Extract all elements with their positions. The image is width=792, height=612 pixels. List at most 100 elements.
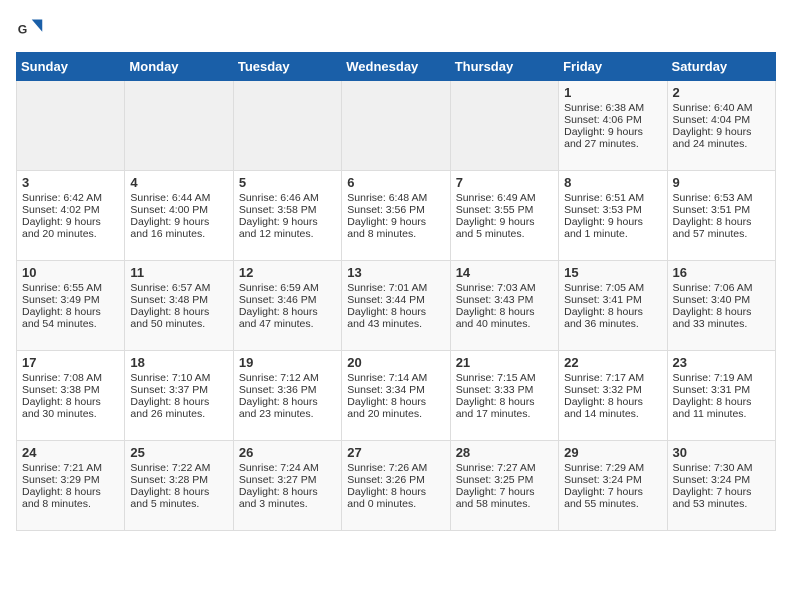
day-info: Sunrise: 7:29 AM — [564, 462, 661, 474]
calendar-cell: 30Sunrise: 7:30 AMSunset: 3:24 PMDayligh… — [667, 441, 775, 531]
calendar-table: SundayMondayTuesdayWednesdayThursdayFrid… — [16, 52, 776, 531]
day-info: Sunset: 3:46 PM — [239, 294, 336, 306]
calendar-cell: 10Sunrise: 6:55 AMSunset: 3:49 PMDayligh… — [17, 261, 125, 351]
calendar-cell: 18 Sunrise: 7:10 AMSunset: 3:37 PMDayligh… — [125, 351, 233, 441]
calendar-cell: 4Sunrise: 6:44 AMSunset: 4:00 PMDaylight… — [125, 171, 233, 261]
day-info: Sunrise: 7:27 AM — [456, 462, 553, 474]
day-info: Sunrise: 7:10 AM — [130, 372, 227, 384]
day-number: 9 — [673, 175, 770, 190]
calendar-week-1: 1Sunrise: 6:38 AMSunset: 4:06 PMDaylight… — [17, 81, 776, 171]
day-number: 20 — [347, 355, 444, 370]
day-number: 8 — [564, 175, 661, 190]
day-info: Sunrise: 7:24 AM — [239, 462, 336, 474]
day-number: 29 — [564, 445, 661, 460]
day-info: Sunrise: 7:03 AM — [456, 282, 553, 294]
day-info: Sunset: 3:32 PM — [564, 384, 661, 396]
day-info: Sunrise: 7:22 AM — [130, 462, 227, 474]
day-info: Sunset: 3:27 PM — [239, 474, 336, 486]
day-info: Sunset: 3:37 PM — [130, 384, 227, 396]
calendar-cell: 9Sunrise: 6:53 AMSunset: 3:51 PMDaylight… — [667, 171, 775, 261]
day-info: Sunset: 4:00 PM — [130, 204, 227, 216]
day-info: Daylight: 7 hours and 58 minutes. — [456, 486, 553, 510]
calendar-cell: 13Sunrise: 7:01 AMSunset: 3:44 PMDayligh… — [342, 261, 450, 351]
day-info: Sunset: 3:41 PM — [564, 294, 661, 306]
day-info: Daylight: 9 hours and 1 minute. — [564, 216, 661, 240]
day-number: 30 — [673, 445, 770, 460]
calendar-cell: 16 Sunrise: 7:06 AMSunset: 3:40 PMDayligh… — [667, 261, 775, 351]
calendar-cell: 28Sunrise: 7:27 AMSunset: 3:25 PMDayligh… — [450, 441, 558, 531]
day-info: Sunrise: 7:01 AM — [347, 282, 444, 294]
calendar-cell: 29Sunrise: 7:29 AMSunset: 3:24 PMDayligh… — [559, 441, 667, 531]
day-info: Daylight: 8 hours and 54 minutes. — [22, 306, 119, 330]
calendar-week-2: 3Sunrise: 6:42 AMSunset: 4:02 PMDaylight… — [17, 171, 776, 261]
calendar-header-friday: Friday — [559, 53, 667, 81]
day-number: 24 — [22, 445, 119, 460]
logo-icon: G — [16, 16, 44, 44]
day-number: 10 — [22, 265, 119, 280]
calendar-header-monday: Monday — [125, 53, 233, 81]
day-info: Sunset: 3:53 PM — [564, 204, 661, 216]
day-info: Daylight: 8 hours and 43 minutes. — [347, 306, 444, 330]
svg-text:G: G — [18, 23, 28, 37]
day-info: Sunset: 3:33 PM — [456, 384, 553, 396]
day-info: Sunrise: 6:55 AM — [22, 282, 119, 294]
day-info: Daylight: 8 hours and 30 minutes. — [22, 396, 119, 420]
day-info: Sunset: 3:40 PM — [673, 294, 770, 306]
calendar-header-row: SundayMondayTuesdayWednesdayThursdayFrid… — [17, 53, 776, 81]
day-info: Daylight: 8 hours and 33 minutes. — [673, 306, 770, 330]
day-number: 16 — [673, 265, 770, 280]
day-info: Daylight: 8 hours and 26 minutes. — [130, 396, 227, 420]
calendar-cell: 19Sunrise: 7:12 AMSunset: 3:36 PMDayligh… — [233, 351, 341, 441]
day-info: Sunrise: 6:53 AM — [673, 192, 770, 204]
day-info: Daylight: 9 hours and 5 minutes. — [456, 216, 553, 240]
calendar-cell: 3Sunrise: 6:42 AMSunset: 4:02 PMDaylight… — [17, 171, 125, 261]
day-number: 18 — [130, 355, 227, 370]
day-number: 11 — [130, 265, 227, 280]
day-info: Daylight: 9 hours and 27 minutes. — [564, 126, 661, 150]
calendar-cell: 8Sunrise: 6:51 AMSunset: 3:53 PMDaylight… — [559, 171, 667, 261]
day-info: Sunset: 3:58 PM — [239, 204, 336, 216]
day-number: 2 — [673, 85, 770, 100]
calendar-cell: 1Sunrise: 6:38 AMSunset: 4:06 PMDaylight… — [559, 81, 667, 171]
day-info: Sunrise: 7:14 AM — [347, 372, 444, 384]
day-info: Daylight: 8 hours and 14 minutes. — [564, 396, 661, 420]
day-info: Daylight: 7 hours and 55 minutes. — [564, 486, 661, 510]
day-info: Sunset: 4:02 PM — [22, 204, 119, 216]
day-info: Sunrise: 7:08 AM — [22, 372, 119, 384]
day-info: Daylight: 8 hours and 50 minutes. — [130, 306, 227, 330]
day-info: Sunset: 3:48 PM — [130, 294, 227, 306]
day-info: Sunrise: 7:30 AM — [673, 462, 770, 474]
calendar-cell — [17, 81, 125, 171]
day-number: 4 — [130, 175, 227, 190]
calendar-cell: 26Sunrise: 7:24 AMSunset: 3:27 PMDayligh… — [233, 441, 341, 531]
calendar-week-3: 10Sunrise: 6:55 AMSunset: 3:49 PMDayligh… — [17, 261, 776, 351]
day-info: Daylight: 8 hours and 8 minutes. — [22, 486, 119, 510]
day-info: Sunset: 3:56 PM — [347, 204, 444, 216]
day-info: Sunrise: 7:06 AM — [673, 282, 770, 294]
day-info: Sunset: 3:29 PM — [22, 474, 119, 486]
day-number: 6 — [347, 175, 444, 190]
calendar-cell: 25Sunrise: 7:22 AMSunset: 3:28 PMDayligh… — [125, 441, 233, 531]
day-info: Daylight: 8 hours and 47 minutes. — [239, 306, 336, 330]
day-number: 5 — [239, 175, 336, 190]
day-info: Sunset: 3:51 PM — [673, 204, 770, 216]
calendar-header-tuesday: Tuesday — [233, 53, 341, 81]
day-number: 12 — [239, 265, 336, 280]
calendar-cell: 14Sunrise: 7:03 AMSunset: 3:43 PMDayligh… — [450, 261, 558, 351]
day-info: Daylight: 8 hours and 23 minutes. — [239, 396, 336, 420]
day-info: Sunrise: 6:49 AM — [456, 192, 553, 204]
calendar-header-sunday: Sunday — [17, 53, 125, 81]
calendar-cell: 23Sunrise: 7:19 AMSunset: 3:31 PMDayligh… — [667, 351, 775, 441]
calendar-week-4: 17Sunrise: 7:08 AMSunset: 3:38 PMDayligh… — [17, 351, 776, 441]
day-info: Sunrise: 6:44 AM — [130, 192, 227, 204]
day-number: 17 — [22, 355, 119, 370]
day-info: Sunset: 3:24 PM — [673, 474, 770, 486]
day-info: Daylight: 8 hours and 40 minutes. — [456, 306, 553, 330]
calendar-cell: 11Sunrise: 6:57 AMSunset: 3:48 PMDayligh… — [125, 261, 233, 351]
day-info: Sunrise: 7:21 AM — [22, 462, 119, 474]
calendar-cell: 27Sunrise: 7:26 AMSunset: 3:26 PMDayligh… — [342, 441, 450, 531]
calendar-cell — [450, 81, 558, 171]
day-info: Sunset: 3:31 PM — [673, 384, 770, 396]
day-info: Daylight: 8 hours and 5 minutes. — [130, 486, 227, 510]
day-info: Daylight: 8 hours and 17 minutes. — [456, 396, 553, 420]
